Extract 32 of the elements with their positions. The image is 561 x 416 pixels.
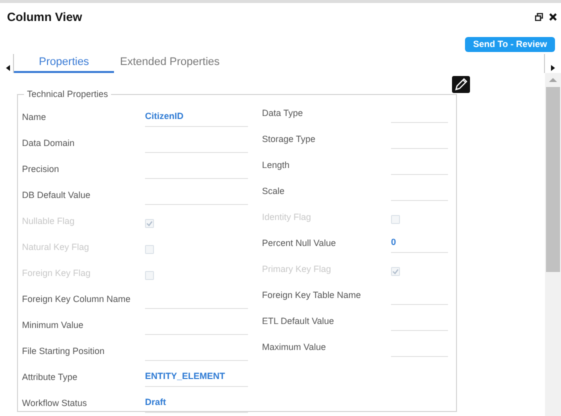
- field-label: Maximum Value: [262, 340, 327, 354]
- scrollbar[interactable]: [545, 73, 561, 416]
- left-arrow-icon[interactable]: [6, 65, 10, 71]
- field-label: Length: [262, 158, 291, 172]
- tab[interactable]: Extended Properties: [114, 54, 226, 73]
- restore-icon[interactable]: [535, 13, 543, 21]
- field-label: Scale: [262, 184, 286, 198]
- field-label: Name: [22, 110, 48, 124]
- group-title: Technical Properties: [26, 88, 110, 101]
- field-label: Storage Type: [262, 132, 316, 146]
- field-label: File Starting Position: [22, 344, 106, 358]
- edit-icon[interactable]: [452, 76, 470, 93]
- right-arrow-icon[interactable]: [551, 65, 555, 71]
- field-label: DB Default Value: [22, 188, 92, 202]
- input-field[interactable]: ENTITY_ELEMENT: [145, 368, 248, 386]
- field-label: Foreign Key Column Name: [22, 292, 132, 306]
- window-title: Column View: [7, 9, 84, 26]
- field-label: Percent Null Value: [262, 236, 337, 250]
- field-label: Foreign Key Table Name: [262, 288, 362, 302]
- close-icon[interactable]: [549, 13, 557, 21]
- field-label: Workflow Status: [22, 396, 88, 410]
- field-label: Attribute Type: [22, 370, 78, 384]
- field-label: Data Type: [262, 106, 304, 120]
- input-field[interactable]: Draft: [145, 394, 248, 412]
- input-field[interactable]: CitizenID: [145, 108, 248, 126]
- field-label: Minimum Value: [22, 318, 84, 332]
- send-button[interactable]: Send To - Review: [465, 37, 555, 52]
- field-label: Precision: [22, 162, 60, 176]
- input-field[interactable]: 0: [391, 234, 448, 252]
- field-label: Data Domain: [22, 136, 76, 150]
- field-label: ETL Default Value: [262, 314, 336, 328]
- tab[interactable]: Properties: [14, 54, 114, 73]
